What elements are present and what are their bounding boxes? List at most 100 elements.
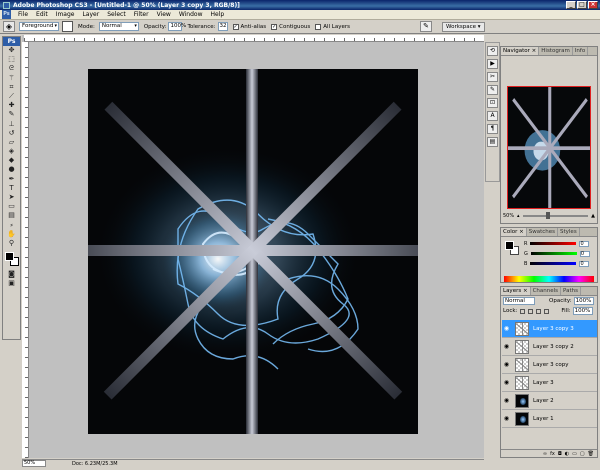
close-button[interactable]: × — [588, 1, 598, 9]
navigator-zoom-slider[interactable] — [522, 212, 589, 219]
tab-info[interactable]: Info — [573, 47, 589, 55]
actions-icon[interactable]: ▶ — [487, 59, 498, 69]
layer-opacity-input[interactable]: 100% — [573, 297, 594, 305]
b-value[interactable]: 0 — [579, 260, 590, 267]
layer-name[interactable]: Layer 3 — [533, 380, 554, 386]
tab-histogram[interactable]: Histogram — [539, 47, 573, 55]
b-slider[interactable] — [530, 262, 577, 265]
slice-icon[interactable]: ⟋ — [3, 92, 20, 101]
menu-filter[interactable]: Filter — [130, 10, 153, 20]
menu-window[interactable]: Window — [175, 10, 207, 20]
tool-presets-icon[interactable]: ✂ — [487, 72, 498, 82]
zoom-in-icon[interactable]: ▲ — [591, 213, 595, 219]
tab-navigator[interactable]: Navigator × — [501, 47, 540, 55]
dodge-icon[interactable]: ● — [3, 165, 20, 174]
opacity-input[interactable]: 100% — [168, 22, 186, 31]
fill-source-select[interactable]: Foreground — [19, 22, 59, 31]
brushes-palette-icon[interactable]: ✎ — [420, 21, 432, 32]
tab-paths[interactable]: Paths — [561, 287, 581, 295]
magic-wand-icon[interactable]: ⚚ — [3, 74, 20, 83]
layer-name[interactable]: Layer 3 copy 3 — [533, 326, 574, 332]
paint-bucket-icon[interactable]: ◈ — [3, 21, 15, 32]
bucket-icon[interactable]: ◈ — [3, 147, 20, 156]
menu-edit[interactable]: Edit — [32, 10, 52, 20]
brush-icon[interactable]: ✎ — [3, 110, 20, 119]
lock-position-icon[interactable] — [536, 308, 542, 314]
hand-icon[interactable]: ✋ — [3, 230, 20, 239]
menu-view[interactable]: View — [153, 10, 175, 20]
visibility-eye-icon[interactable]: ◉ — [502, 325, 511, 332]
pen-icon[interactable]: ✒ — [3, 175, 20, 184]
menu-file[interactable]: File — [14, 10, 32, 20]
tolerance-input[interactable]: 32 — [217, 22, 228, 31]
shape-icon[interactable]: ▭ — [3, 202, 20, 211]
visibility-eye-icon[interactable]: ◉ — [502, 397, 511, 404]
new-layer-icon[interactable]: ▢ — [580, 450, 585, 457]
type-icon[interactable]: T — [3, 184, 20, 193]
quick-mask-icon[interactable]: ◙ — [3, 270, 20, 279]
character-icon[interactable]: A — [487, 111, 498, 121]
layer-row[interactable]: ◉ Layer 2 — [502, 392, 597, 410]
path-select-icon[interactable]: ➤ — [3, 193, 20, 202]
delete-layer-icon[interactable]: 🗑 — [588, 450, 594, 457]
mode-select[interactable]: Normal — [98, 22, 139, 31]
minimize-button[interactable]: _ — [566, 1, 576, 9]
color-foreground-swatch[interactable] — [505, 241, 514, 250]
contiguous-checkbox[interactable]: ✓ — [271, 23, 278, 30]
g-value[interactable]: 0 — [579, 250, 590, 257]
fill-input[interactable]: 100% — [572, 307, 593, 315]
layer-row[interactable]: ◉ Layer 3 — [502, 374, 597, 392]
eraser-icon[interactable]: ▱ — [3, 138, 20, 147]
lock-transparency-icon[interactable] — [520, 308, 526, 314]
layer-row[interactable]: ◉ Layer 3 copy 2 — [502, 338, 597, 356]
move-icon[interactable]: ✥ — [3, 46, 20, 55]
navigator-zoom-value[interactable]: 50% — [503, 213, 517, 219]
menu-help[interactable]: Help — [207, 10, 229, 20]
new-group-icon[interactable]: ▭ — [572, 450, 577, 457]
layer-comps-icon[interactable]: ▤ — [487, 137, 498, 147]
menu-select[interactable]: Select — [103, 10, 130, 20]
visibility-eye-icon[interactable]: ◉ — [502, 343, 511, 350]
layer-row[interactable]: ◉ Layer 3 copy — [502, 356, 597, 374]
navigator-view-box[interactable] — [507, 86, 591, 209]
layer-name[interactable]: Layer 2 — [533, 398, 554, 404]
stamp-icon[interactable]: ⊥ — [3, 120, 20, 129]
tab-layers[interactable]: Layers × — [501, 287, 531, 295]
zoom-level-field[interactable]: 50% — [22, 460, 46, 467]
vertical-ruler[interactable] — [22, 42, 29, 458]
r-slider[interactable] — [530, 242, 577, 245]
history-icon[interactable]: ⟲ — [487, 46, 498, 56]
history-brush-icon[interactable]: ↺ — [3, 129, 20, 138]
color-spectrum-bar[interactable] — [504, 276, 594, 282]
all-layers-checkbox[interactable] — [315, 23, 322, 30]
paragraph-icon[interactable]: ¶ — [487, 124, 498, 134]
link-layers-icon[interactable]: ∞ — [543, 450, 547, 457]
slider-knob[interactable] — [546, 212, 551, 219]
lock-all-icon[interactable] — [544, 308, 550, 314]
notes-icon[interactable]: ▤ — [3, 211, 20, 220]
r-value[interactable]: 0 — [579, 240, 590, 247]
navigator-thumbnail[interactable] — [504, 85, 594, 220]
brushes-icon[interactable]: ✎ — [487, 85, 498, 95]
layer-name[interactable]: Layer 3 copy 2 — [533, 344, 574, 350]
blend-mode-select[interactable]: Normal — [503, 297, 535, 305]
zoom-icon[interactable]: ⚲ — [3, 239, 20, 248]
visibility-eye-icon[interactable]: ◉ — [502, 361, 511, 368]
add-mask-icon[interactable]: ◘ — [558, 450, 562, 457]
screen-mode-icon[interactable]: ▣ — [3, 279, 20, 288]
tab-color[interactable]: Color × — [501, 228, 527, 236]
visibility-eye-icon[interactable]: ◉ — [502, 415, 511, 422]
layer-name[interactable]: Layer 1 — [533, 416, 554, 422]
tab-channels[interactable]: Channels — [531, 287, 562, 295]
crop-icon[interactable]: ⌗ — [3, 83, 20, 92]
g-slider[interactable] — [530, 252, 577, 255]
visibility-eye-icon[interactable]: ◉ — [502, 379, 511, 386]
healing-icon[interactable]: ✚ — [3, 101, 20, 110]
menu-image[interactable]: Image — [52, 10, 79, 20]
zoom-out-icon[interactable]: ▴ — [517, 213, 520, 219]
layer-name[interactable]: Layer 3 copy — [533, 362, 568, 368]
layer-row[interactable]: ◉ Layer 1 — [502, 410, 597, 428]
adjustment-layer-icon[interactable]: ◐ — [565, 450, 569, 457]
tab-swatches[interactable]: Swatches — [527, 228, 558, 236]
marquee-icon[interactable]: ⬚ — [3, 55, 20, 64]
